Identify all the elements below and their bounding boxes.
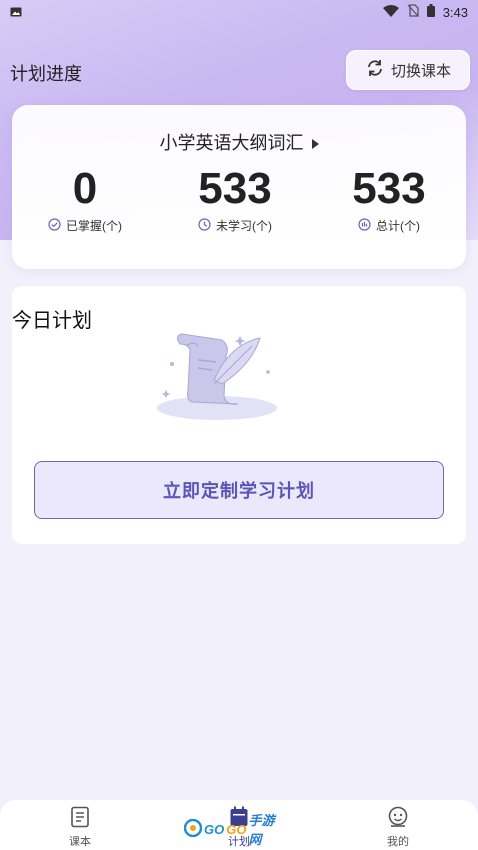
status-right: 3:43	[382, 4, 468, 20]
stat-value: 533	[198, 164, 272, 213]
watermark-text-c: 手游网	[248, 813, 275, 847]
create-plan-button[interactable]: 立即定制学习计划	[34, 461, 444, 519]
watermark-text-a: GO	[204, 821, 225, 837]
stat-value: 533	[352, 164, 426, 213]
status-bar: 3:43	[0, 0, 478, 24]
page-title: 计划进度	[10, 64, 82, 84]
stat-label: 总计(个)	[376, 219, 420, 233]
profile-icon	[358, 806, 438, 831]
wifi-icon	[382, 4, 399, 20]
book-title: 小学英语大纲词汇	[159, 133, 304, 153]
watermark-text-b: GO	[226, 821, 247, 837]
stats-card: 小学英语大纲词汇 0 已掌握(个) 533 未学习(个) 533 总计(个)	[12, 105, 466, 269]
today-plan-card: 今日计划 立即定制学习计划	[12, 286, 466, 544]
nav-label: 课本	[69, 836, 91, 848]
book-selector[interactable]: 小学英语大纲词汇	[12, 129, 466, 155]
nav-item-textbook[interactable]: 课本	[40, 806, 120, 849]
stat-mastered: 0 已掌握(个)	[10, 165, 160, 234]
watermark-circle-icon	[183, 818, 203, 840]
today-plan-title: 今日计划	[12, 310, 92, 332]
chart-icon	[358, 217, 371, 234]
empty-plan-illustration	[152, 326, 282, 426]
header: 计划进度 切换课本	[0, 48, 478, 92]
stat-label: 已掌握(个)	[66, 219, 122, 233]
clock-icon	[198, 217, 211, 234]
book-icon	[40, 806, 120, 831]
stat-label-row: 总计(个)	[314, 217, 464, 234]
stat-label-row: 未学习(个)	[160, 217, 310, 234]
stat-unlearned: 533 未学习(个)	[160, 165, 310, 234]
watermark-logo: GO GO 手游网	[183, 813, 280, 847]
nav-item-profile[interactable]: 我的	[358, 806, 438, 849]
battery-icon	[426, 4, 435, 20]
no-sim-icon	[407, 4, 419, 20]
status-time: 3:43	[442, 4, 468, 20]
stat-value: 0	[72, 164, 98, 213]
switch-textbook-label: 切换课本	[390, 62, 451, 80]
gallery-notification-icon	[10, 5, 22, 20]
stat-label-row: 已掌握(个)	[10, 217, 160, 234]
nav-label: 我的	[387, 836, 409, 848]
stat-label: 未学习(个)	[216, 219, 272, 233]
play-arrow-icon	[311, 139, 319, 150]
stat-total: 533 总计(个)	[314, 165, 464, 234]
refresh-icon	[365, 58, 385, 82]
check-circle-icon	[48, 217, 61, 234]
switch-textbook-button[interactable]: 切换课本	[346, 50, 470, 90]
